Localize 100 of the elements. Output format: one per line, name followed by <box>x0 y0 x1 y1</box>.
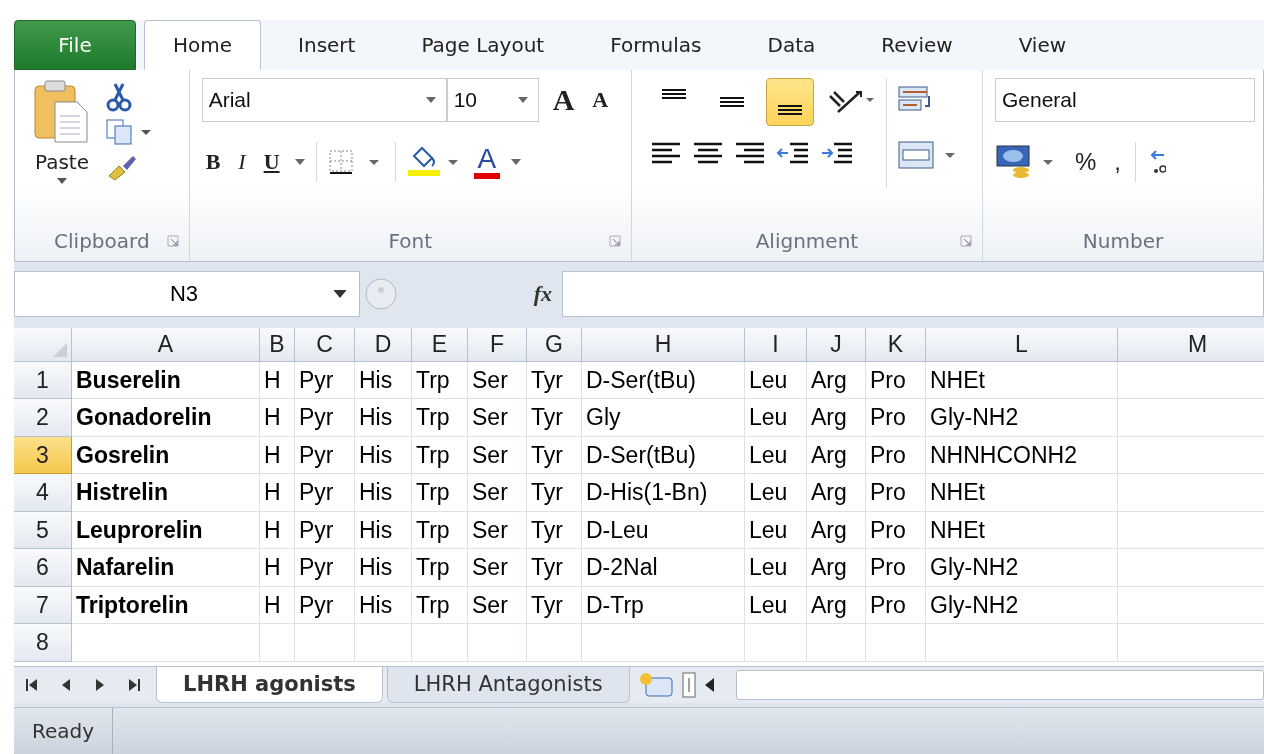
column-header[interactable]: M <box>1118 327 1264 362</box>
comma-button[interactable]: , <box>1110 150 1125 174</box>
table-cell: Pyr <box>295 474 355 512</box>
table-cell: H <box>260 474 295 512</box>
percent-button[interactable]: % <box>1071 150 1101 174</box>
lines-icon <box>661 89 686 99</box>
file-tab[interactable]: File <box>14 20 136 70</box>
font-color-button[interactable]: A <box>473 145 501 179</box>
align-bottom-button[interactable] <box>765 78 814 126</box>
table-cell: Gly <box>582 399 745 437</box>
column-header[interactable]: A <box>72 327 260 362</box>
table-cell <box>412 624 468 662</box>
table-cell: Trp <box>412 586 468 625</box>
column-header[interactable]: B <box>260 327 295 362</box>
column-header[interactable]: E <box>412 327 468 362</box>
row-header[interactable]: 2 <box>14 399 72 437</box>
insert-function-button[interactable]: fx <box>533 280 552 307</box>
underline-button[interactable]: U <box>259 151 284 173</box>
table-cell: Pro <box>866 474 926 512</box>
table-cell: Buserelin <box>72 361 260 400</box>
table-cell: Arg <box>807 586 866 625</box>
column-header[interactable]: L <box>926 327 1118 362</box>
table-cell: H <box>260 361 295 400</box>
table-cell: Tyr <box>527 586 582 625</box>
table-cell: Arg <box>807 361 866 400</box>
ribbon-tab[interactable]: Review <box>852 20 982 70</box>
ribbon-tab[interactable]: Insert <box>269 20 385 70</box>
ribbon-tab[interactable]: Formulas <box>581 20 731 70</box>
row-header[interactable]: 4 <box>14 474 72 512</box>
name-box[interactable]: N3 <box>14 270 360 317</box>
table-cell: Trp <box>412 549 468 587</box>
font-name-field[interactable]: Arial <box>201 78 447 122</box>
table-cell <box>295 624 355 662</box>
table-cell: Pro <box>866 436 926 475</box>
table-cell: Leuprorelin <box>72 511 260 550</box>
formula-field[interactable] <box>562 270 1264 317</box>
caret-icon <box>517 97 528 103</box>
font-size-field[interactable]: 10 <box>446 78 539 122</box>
table-cell: H <box>260 549 295 587</box>
split-handle-icon[interactable] <box>681 672 696 698</box>
table-cell: Arg <box>807 511 866 550</box>
table-cell: His <box>355 511 412 550</box>
table-cell: Tyr <box>527 399 582 437</box>
table-cell: Arg <box>807 549 866 587</box>
table-cell <box>807 624 866 662</box>
bold-button[interactable]: B <box>201 151 225 173</box>
row-header[interactable]: 7 <box>14 586 72 625</box>
row-header[interactable]: 5 <box>14 511 72 550</box>
caret-icon[interactable] <box>510 159 523 165</box>
table-cell: Ser <box>468 436 527 475</box>
column-header[interactable]: J <box>807 327 866 362</box>
table-cell: Histrelin <box>72 474 260 512</box>
table-cell: Pyr <box>295 549 355 587</box>
grow-font-button[interactable]: A <box>548 85 579 115</box>
row-header[interactable]: 3 <box>14 436 72 475</box>
column-header[interactable]: G <box>527 327 582 362</box>
column-header[interactable]: K <box>866 327 926 362</box>
table-cell: Triptorelin <box>72 586 260 625</box>
table-cell: H <box>260 586 295 625</box>
table-cell: His <box>355 586 412 625</box>
ribbon-tab[interactable]: Page Layout <box>392 20 574 70</box>
horizontal-scrollbar[interactable] <box>735 670 1264 700</box>
ribbon-tab[interactable]: View <box>989 20 1096 70</box>
column-header[interactable]: F <box>468 327 527 362</box>
table-cell: Leu <box>745 399 807 437</box>
column-header[interactable]: H <box>582 327 745 362</box>
triangle-icon <box>53 342 67 357</box>
launcher-icon[interactable] <box>608 235 621 247</box>
caret-icon[interactable] <box>293 159 306 165</box>
launcher-icon[interactable] <box>960 235 972 247</box>
sheet-tab[interactable]: LHRH Antagonists <box>386 667 630 703</box>
table-cell: Arg <box>807 474 866 512</box>
group-label: Clipboard <box>54 229 150 253</box>
column-header[interactable]: D <box>355 327 412 362</box>
ribbon-tab[interactable]: Home <box>144 20 262 70</box>
ribbon-tab[interactable]: Data <box>738 20 845 70</box>
table-cell: Ser <box>468 511 527 550</box>
table-cell: Pro <box>866 399 926 437</box>
sheet-tab[interactable]: LHRH agonists <box>156 667 383 703</box>
shrink-font-button[interactable]: A <box>588 89 613 111</box>
lines-icon <box>777 105 802 115</box>
table-cell: His <box>355 549 412 587</box>
launcher-icon[interactable] <box>166 235 179 247</box>
table-cell <box>260 624 295 662</box>
table-cell: Pro <box>866 549 926 587</box>
row-header[interactable]: 1 <box>14 361 72 400</box>
column-header[interactable]: C <box>295 327 355 362</box>
scissors-icon[interactable] <box>105 82 133 112</box>
paste-button[interactable]: Paste <box>31 78 93 213</box>
row-header[interactable]: 6 <box>14 549 72 587</box>
italic-button[interactable]: I <box>234 151 250 173</box>
column-header[interactable]: I <box>745 327 807 362</box>
table-cell: Ser <box>468 474 527 512</box>
resize-handle-icon[interactable] <box>364 276 398 311</box>
number-format-field[interactable]: General <box>995 78 1255 122</box>
row-header[interactable]: 8 <box>14 624 72 662</box>
table-cell: Trp <box>412 399 468 437</box>
status-text: Ready <box>14 708 114 754</box>
table-cell: NHEt <box>926 511 1118 550</box>
table-cell: Tyr <box>527 361 582 400</box>
